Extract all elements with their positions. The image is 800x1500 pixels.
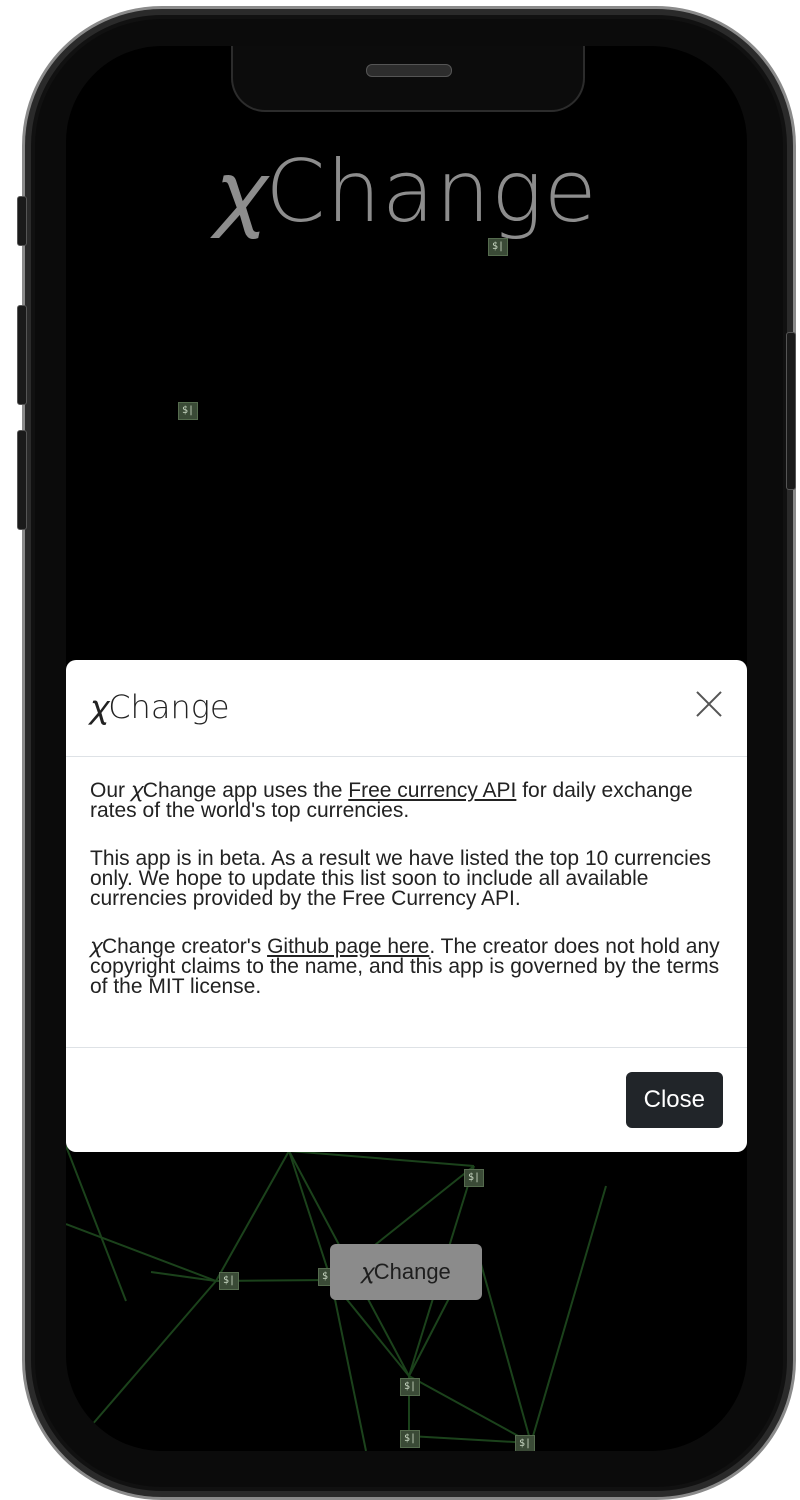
modal-paragraph-2: This app is in beta. As a result we have… (90, 847, 712, 910)
speaker-grille (366, 64, 452, 77)
currency-chip: $| (464, 1169, 485, 1187)
phone-notch (231, 46, 585, 112)
app-screen: 𝜒Change $| $| $| $| $| $| $| $| 𝜒Change … (66, 46, 747, 1451)
close-button[interactable]: Close (625, 1072, 723, 1128)
modal-header: 𝜒Change (66, 660, 747, 757)
modal-paragraph-3: 𝜒Change creator's Github page here. The … (90, 936, 723, 997)
currency-chip: $| (178, 402, 199, 420)
currency-chip: $| (219, 1272, 240, 1290)
currency-chip: $| (488, 238, 509, 256)
close-icon[interactable] (695, 690, 723, 718)
info-button[interactable]: 𝜒Change (330, 1244, 482, 1300)
phone-mute-switch (17, 196, 27, 246)
modal-paragraph-1: Our 𝜒Change app uses the Free currency A… (90, 780, 723, 821)
currency-chip: $| (515, 1435, 536, 1451)
app-logo-title: 𝜒Change (215, 142, 598, 242)
about-modal: 𝜒Change Our 𝜒Change app uses the Free cu… (66, 660, 747, 1152)
phone-power-button (786, 332, 796, 490)
modal-title: 𝜒Change (90, 688, 230, 726)
currency-chip: $| (400, 1430, 421, 1448)
phone-volume-up (17, 305, 27, 405)
phone-volume-down (17, 430, 27, 530)
currency-chip: $| (400, 1378, 421, 1396)
modal-footer: Close (66, 1048, 747, 1153)
modal-body: Our 𝜒Change app uses the Free currency A… (66, 757, 747, 1048)
